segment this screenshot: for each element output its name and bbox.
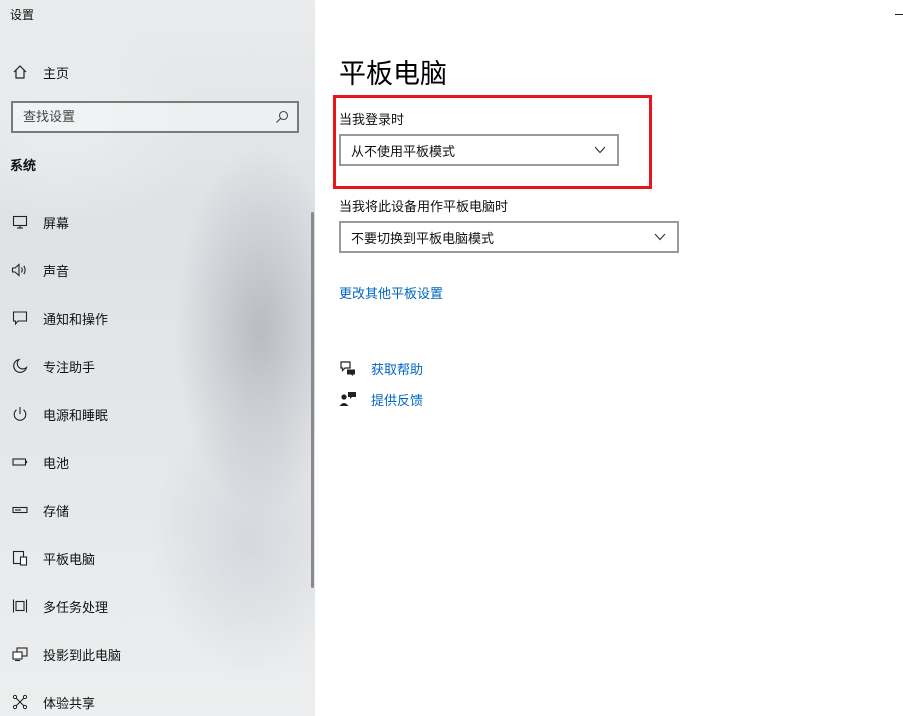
signin-label: 当我登录时 [339,113,405,128]
sidebar-item-label: 电池 [43,456,70,472]
chevron-down-icon [593,143,607,157]
sidebar-item-power-sleep[interactable]: 电源和睡眠 [0,390,312,438]
sidebar-item-tablet[interactable]: 平板电脑 [0,534,312,582]
shared-experience-icon [10,692,30,712]
sidebar-item-label: 专注助手 [43,360,96,376]
sidebar-item-notifications[interactable]: 通知和操作 [0,294,312,342]
tablet-use-label: 当我将此设备用作平板电脑时 [339,200,509,215]
sidebar-scrollbar[interactable] [311,212,314,588]
sidebar-item-battery[interactable]: 电池 [0,438,312,486]
dropdown-value: 从不使用平板模式 [351,144,456,160]
sidebar-item-storage[interactable]: 存储 [0,486,312,534]
chevron-down-icon [653,230,667,244]
get-help-row[interactable]: 获取帮助 [339,358,423,378]
sidebar-item-multitasking[interactable]: 多任务处理 [0,582,312,630]
sidebar-item-label: 体验共享 [43,696,96,712]
speaker-icon [10,260,30,280]
give-feedback-link[interactable]: 提供反馈 [371,390,423,409]
app-title: 设置 [10,8,35,22]
sidebar-item-label: 通知和操作 [43,312,109,328]
moon-icon [10,356,30,376]
main-content: 平板电脑 当我登录时 从不使用平板模式 当我将此设备用作平板电脑时 不要切换到平… [315,0,903,716]
page-title: 平板电脑 [339,59,447,90]
sidebar-item-label: 存储 [43,504,70,520]
sidebar-item-label: 投影到此电脑 [43,648,122,664]
projecting-icon [10,644,30,664]
sidebar-item-focus-assist[interactable]: 专注助手 [0,342,312,390]
signin-mode-dropdown[interactable]: 从不使用平板模式 [339,134,619,166]
search-input[interactable] [13,109,271,125]
search-icon[interactable] [271,106,293,128]
sidebar-item-home[interactable]: 主页 [10,60,300,84]
monitor-icon [10,212,30,232]
sidebar: 设置 主页 系统 屏幕 声音 通知和操作 [0,0,315,716]
feedback-icon [339,390,357,408]
sidebar-item-label: 平板电脑 [43,552,96,568]
storage-icon [10,500,30,520]
sidebar-item-shared-experiences[interactable]: 体验共享 [0,678,312,716]
tablet-icon [10,548,30,568]
get-help-link[interactable]: 获取帮助 [371,359,423,378]
sidebar-item-label: 多任务处理 [43,600,109,616]
sidebar-item-label: 电源和睡眠 [43,408,109,424]
search-box[interactable] [11,101,299,133]
sidebar-item-projecting[interactable]: 投影到此电脑 [0,630,312,678]
sidebar-item-label: 声音 [43,264,70,280]
minimize-icon[interactable] [895,14,903,15]
give-feedback-row[interactable]: 提供反馈 [339,389,423,409]
dropdown-value: 不要切换到平板电脑模式 [351,231,495,247]
home-icon [10,62,30,82]
battery-icon [10,452,30,472]
more-tablet-settings-link[interactable]: 更改其他平板设置 [339,283,443,302]
tablet-use-dropdown[interactable]: 不要切换到平板电脑模式 [339,221,679,253]
sidebar-item-sound[interactable]: 声音 [0,246,312,294]
notification-icon [10,308,30,328]
chat-help-icon [339,359,357,377]
power-icon [10,404,30,424]
sidebar-item-label: 屏幕 [43,216,70,232]
sidebar-item-label: 主页 [43,66,70,82]
sidebar-item-display[interactable]: 屏幕 [0,198,312,246]
section-title: 系统 [10,159,37,174]
sidebar-nav: 屏幕 声音 通知和操作 专注助手 电源和睡眠 电池 存储 平板电脑 多任务处理 … [0,198,312,716]
multitasking-icon [10,596,30,616]
